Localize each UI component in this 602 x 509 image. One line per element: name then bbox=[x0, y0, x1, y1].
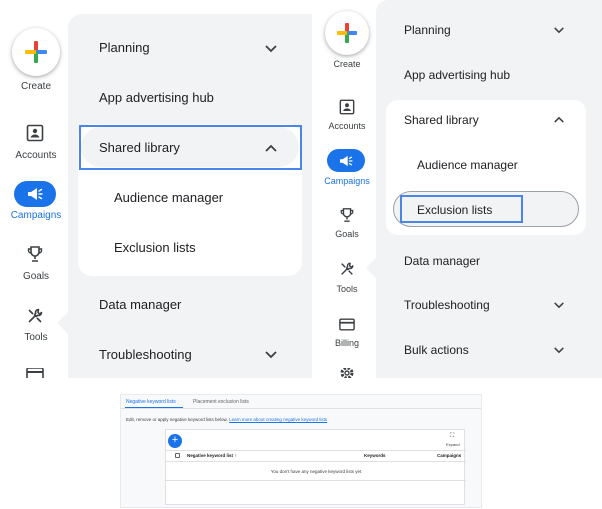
accounts-label[interactable]: Accounts bbox=[0, 150, 72, 161]
header-top-rule bbox=[166, 450, 466, 451]
negative-keyword-lists-table: + ⛶ Expand Negative keyword list ↑ Keywo… bbox=[165, 429, 466, 505]
expand-icon[interactable]: ⛶ bbox=[450, 433, 454, 440]
tab-placement-exclusion-lists[interactable]: Placement exclusion lists bbox=[193, 399, 249, 405]
plus-icon bbox=[337, 23, 357, 43]
billing-icon[interactable] bbox=[25, 368, 45, 378]
right-navigation-screenshot: Create Accounts Campaigns Goals Tools Bi… bbox=[312, 0, 602, 378]
create-label: Create bbox=[333, 59, 361, 69]
tools-menu: Planning App advertising hub Shared libr… bbox=[68, 14, 312, 378]
menu-item-data-manager[interactable]: Data manager bbox=[404, 254, 480, 268]
shared-library-highlight bbox=[79, 125, 302, 170]
select-all-checkbox[interactable] bbox=[175, 453, 180, 458]
menu-item-planning[interactable]: Planning bbox=[99, 40, 150, 55]
menu-item-troubleshooting[interactable]: Troubleshooting bbox=[99, 347, 192, 362]
exclusion-lists-highlight bbox=[400, 195, 523, 223]
billing-icon[interactable] bbox=[337, 314, 357, 334]
campaigns-pill[interactable] bbox=[14, 181, 56, 207]
tools-menu: Planning App advertising hub Shared libr… bbox=[376, 0, 602, 378]
header-bottom-rule bbox=[166, 461, 466, 462]
column-header-list[interactable]: Negative keyword list ↑ bbox=[187, 453, 237, 458]
right-nav-rail: Create Accounts Campaigns Goals Tools Bi… bbox=[312, 0, 376, 378]
campaigns-label[interactable]: Campaigns bbox=[0, 210, 72, 221]
pointer-notch bbox=[366, 258, 376, 278]
chevron-down-icon[interactable] bbox=[553, 301, 565, 310]
accounts-label[interactable]: Accounts bbox=[312, 121, 382, 131]
goals-label[interactable]: Goals bbox=[312, 229, 382, 239]
tools-icon[interactable] bbox=[337, 259, 357, 279]
campaigns-icon bbox=[28, 188, 43, 200]
left-navigation-screenshot: Create Accounts Campaigns Goals Tools Pl… bbox=[0, 0, 312, 378]
menu-item-data-manager[interactable]: Data manager bbox=[99, 297, 181, 312]
empty-state-message: You don't have any negative keyword list… bbox=[270, 469, 362, 474]
menu-item-app-advertising-hub[interactable]: App advertising hub bbox=[99, 90, 214, 105]
menu-item-planning[interactable]: Planning bbox=[404, 23, 451, 37]
accounts-icon[interactable] bbox=[24, 122, 46, 144]
page-description: Edit, remove or apply negative keyword l… bbox=[126, 417, 327, 422]
chevron-down-icon[interactable] bbox=[264, 44, 278, 54]
menu-item-shared-library[interactable]: Shared library bbox=[404, 113, 479, 127]
accounts-icon[interactable] bbox=[337, 97, 357, 117]
negative-keyword-lists-screenshot: Negative keyword lists Placement exclusi… bbox=[120, 394, 482, 508]
expand-label[interactable]: Expand bbox=[446, 442, 460, 447]
tabs-divider bbox=[121, 408, 481, 409]
learn-more-link[interactable]: Learn more about creating negative keywo… bbox=[229, 417, 327, 422]
column-header-keywords[interactable]: Keywords bbox=[364, 453, 386, 458]
campaigns-icon bbox=[340, 155, 353, 166]
menu-item-exclusion-lists[interactable]: Exclusion lists bbox=[114, 240, 196, 255]
body-bottom-rule bbox=[166, 480, 466, 481]
create-label: Create bbox=[20, 81, 51, 92]
chevron-down-icon[interactable] bbox=[553, 346, 565, 355]
chevron-up-icon[interactable] bbox=[553, 115, 565, 124]
campaigns-pill[interactable] bbox=[327, 149, 365, 172]
tab-negative-keyword-lists[interactable]: Negative keyword lists bbox=[126, 399, 176, 405]
create-button[interactable] bbox=[325, 11, 369, 55]
settings-icon[interactable] bbox=[337, 368, 357, 378]
add-list-button[interactable]: + bbox=[168, 434, 182, 448]
plus-icon bbox=[25, 41, 47, 63]
trophy-icon[interactable] bbox=[24, 243, 46, 265]
goals-label[interactable]: Goals bbox=[0, 271, 72, 282]
chevron-down-icon[interactable] bbox=[553, 26, 565, 35]
tools-icon[interactable] bbox=[24, 305, 46, 327]
chevron-down-icon[interactable] bbox=[264, 350, 278, 360]
menu-item-app-advertising-hub[interactable]: App advertising hub bbox=[404, 68, 510, 82]
description-text: Edit, remove or apply negative keyword l… bbox=[126, 417, 228, 422]
menu-item-troubleshooting[interactable]: Troubleshooting bbox=[404, 298, 490, 312]
create-button[interactable] bbox=[12, 28, 60, 76]
menu-item-audience-manager[interactable]: Audience manager bbox=[417, 158, 518, 172]
menu-item-audience-manager[interactable]: Audience manager bbox=[114, 190, 223, 205]
tools-label[interactable]: Tools bbox=[312, 284, 382, 294]
campaigns-label[interactable]: Campaigns bbox=[312, 176, 382, 186]
trophy-icon[interactable] bbox=[337, 205, 357, 225]
billing-label[interactable]: Billing bbox=[312, 338, 382, 348]
menu-item-bulk-actions[interactable]: Bulk actions bbox=[404, 343, 469, 357]
column-header-campaigns[interactable]: Campaigns bbox=[437, 453, 461, 458]
